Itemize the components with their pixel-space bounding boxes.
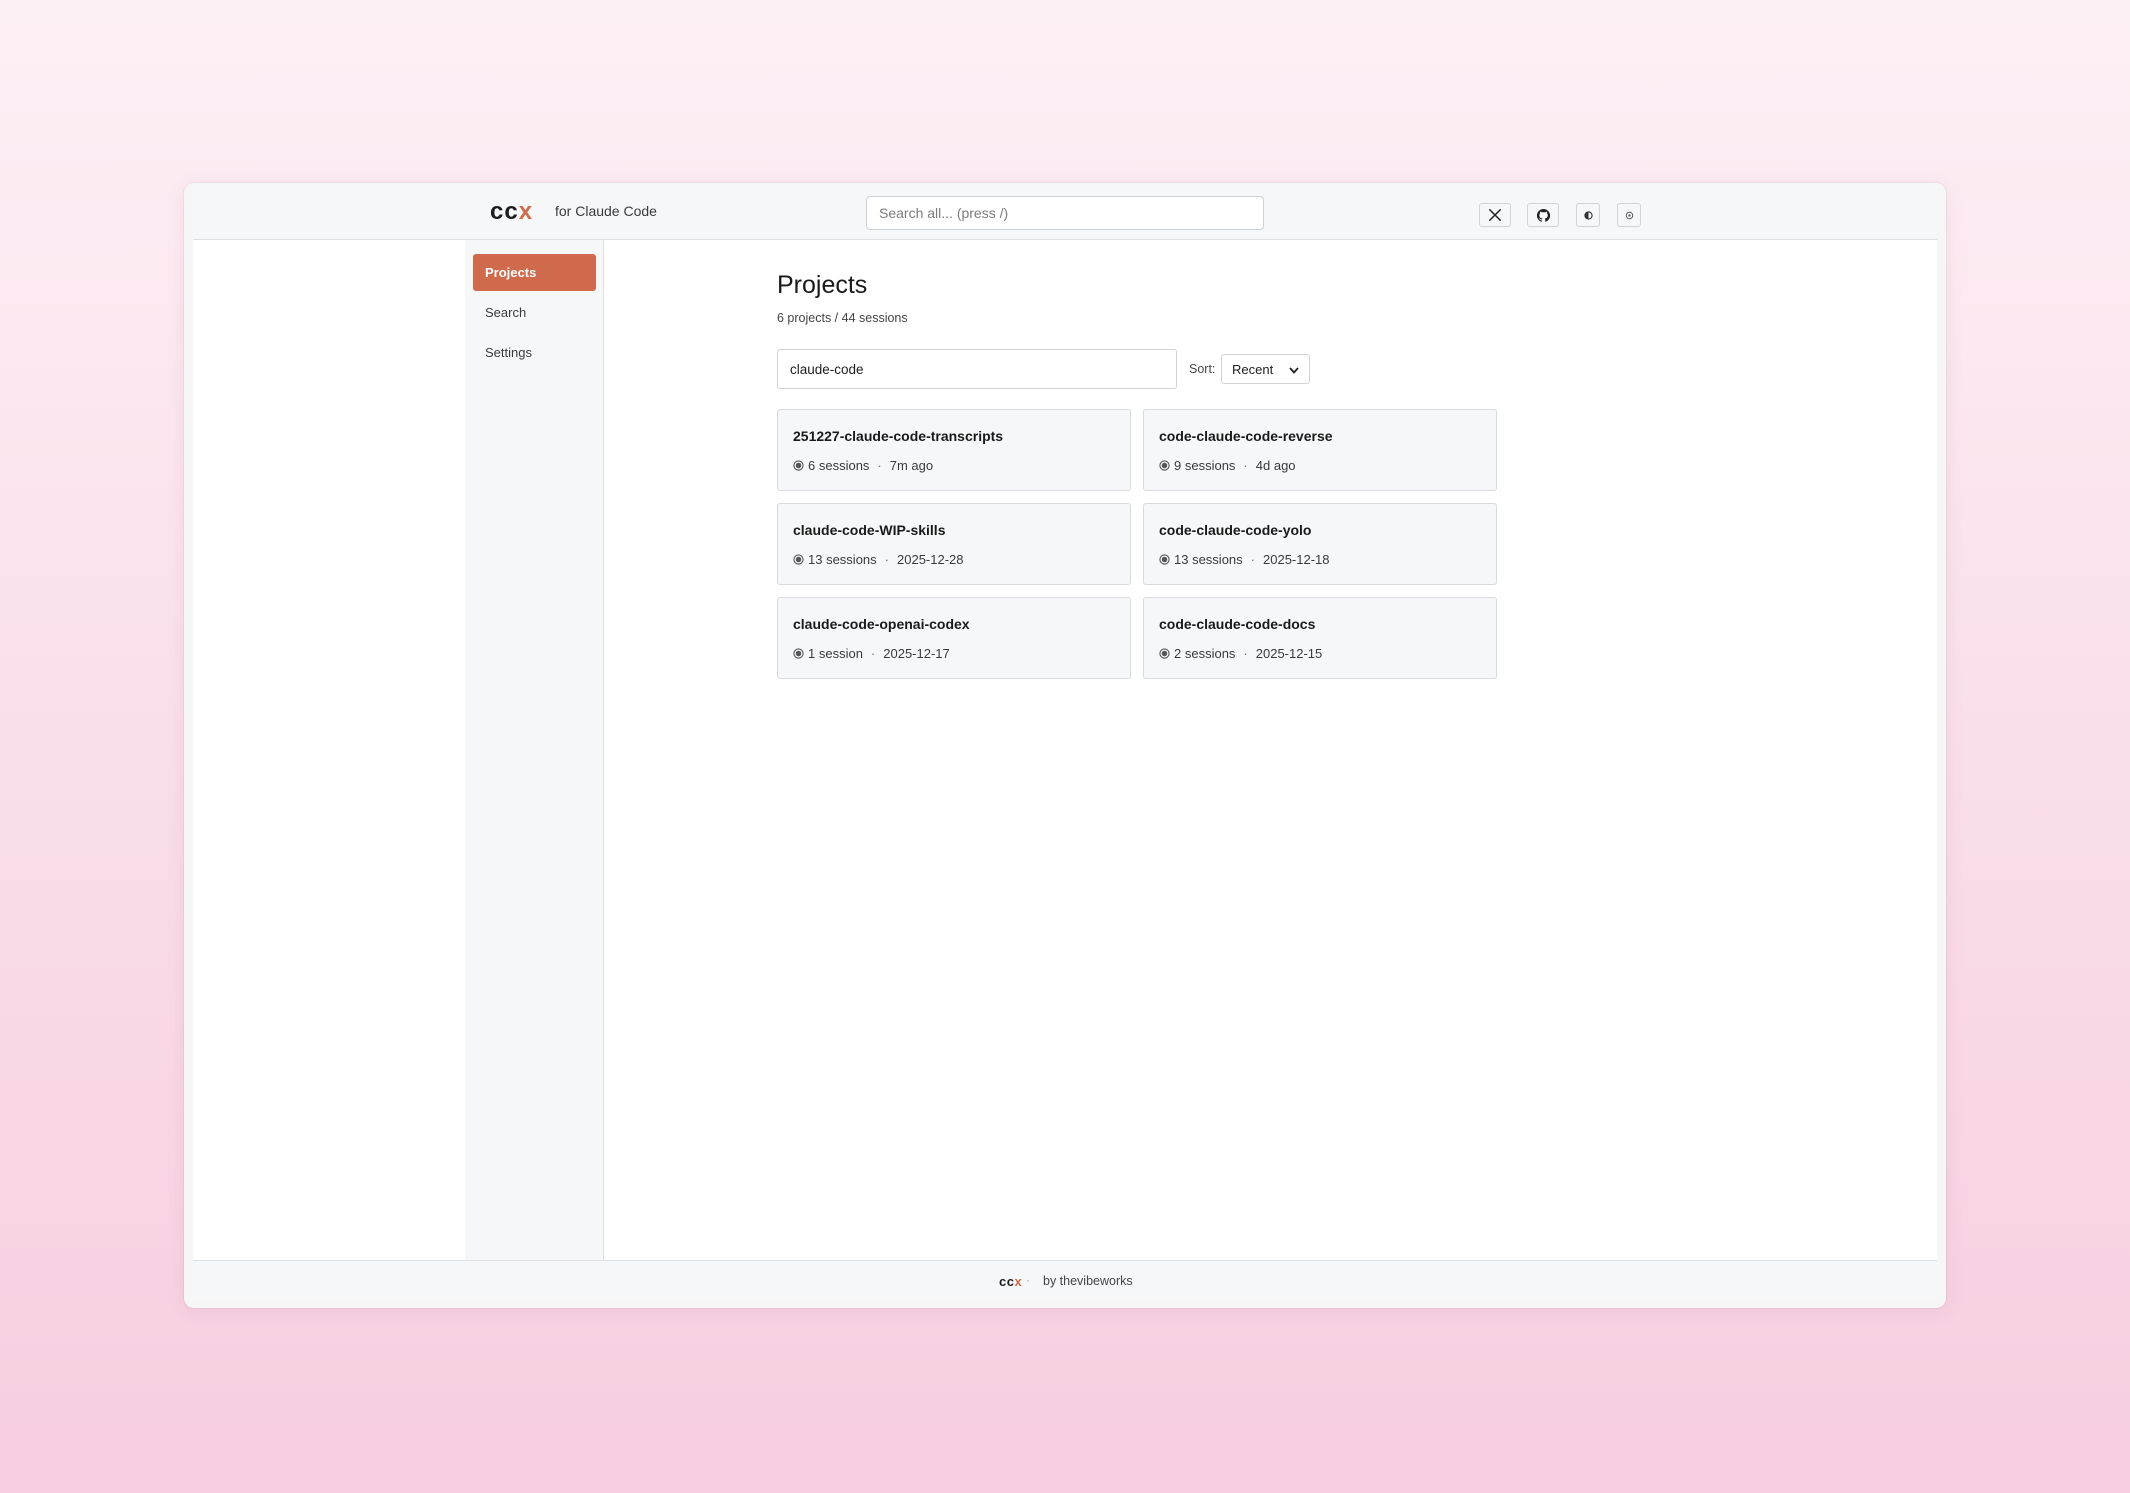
project-name: 251227-claude-code-transcripts [793,428,1004,444]
x-twitter-icon [1488,208,1502,222]
project-sessions: 13 sessions [1174,552,1243,567]
project-name: code-claude-code-reverse [1159,428,1333,444]
logo-cc: cc [490,198,519,225]
project-updated: 4d ago [1255,458,1296,473]
sidebar: Projects Search Settings [465,240,604,1260]
project-updated: 2025-12-18 [1263,552,1330,567]
session-dot-icon [793,648,804,659]
project-card[interactable]: code-claude-code-docs 2 sessions · 2025-… [1143,597,1497,679]
project-sessions: 1 session [808,646,863,661]
project-updated: 2025-12-17 [883,646,950,661]
sidebar-item-settings[interactable]: Settings [473,334,596,371]
project-card[interactable]: code-claude-code-yolo 13 sessions · 2025… [1143,503,1497,585]
project-sessions: 13 sessions [808,552,877,567]
project-meta: 6 sessions · 7m ago [793,458,933,473]
project-meta: 9 sessions · 4d ago [1159,458,1296,473]
footer: ccx · by thevibeworks [193,1260,1937,1299]
app-tagline: for Claude Code [555,203,657,219]
logo-x: x [518,198,534,225]
sort-select[interactable]: Recent [1221,354,1310,384]
sidebar-item-search[interactable]: Search [473,294,596,331]
meta-separator: · [1250,552,1255,567]
project-sessions: 9 sessions [1174,458,1236,473]
github-icon [1536,208,1551,223]
project-updated: 2025-12-28 [897,552,964,567]
theme-toggle-icon [1583,210,1593,220]
footer-separator: · [1026,1273,1030,1287]
top-header: ccx for Claude Code [193,183,1937,240]
project-card[interactable]: claude-code-openai-codex 1 session · 202… [777,597,1131,679]
project-filter-input[interactable] [777,349,1177,389]
meta-separator: · [877,458,882,473]
footer-logo[interactable]: ccx [999,1274,1022,1289]
project-updated: 2025-12-15 [1255,646,1323,661]
session-dot-icon [793,554,804,565]
session-dot-icon [1159,648,1170,659]
left-gutter [193,240,465,1260]
project-name: claude-code-WIP-skills [793,522,946,538]
global-search-input[interactable] [866,196,1264,230]
session-dot-icon [1159,554,1170,565]
project-meta: 2 sessions · 2025-12-15 [1159,646,1322,661]
project-name: code-claude-code-yolo [1159,522,1312,538]
chevron-down-icon [1289,362,1299,377]
project-name: code-claude-code-docs [1159,616,1316,632]
project-updated: 7m ago [889,458,934,473]
meta-separator: · [1243,458,1248,473]
sort-select-value: Recent [1232,361,1274,377]
project-card[interactable]: 251227-claude-code-transcripts 6 session… [777,409,1131,491]
x-twitter-button[interactable] [1479,203,1511,227]
project-sessions: 6 sessions [808,458,870,473]
project-meta: 13 sessions · 2025-12-28 [793,552,964,567]
app-logo[interactable]: ccx [490,200,533,224]
sidebar-item-projects[interactable]: Projects [473,254,596,291]
app-window: ccx for Claude Code Search all... (press… [184,183,1946,1308]
session-dot-icon [1159,460,1170,471]
sort-label: Sort: [1189,362,1216,376]
footer-logo-cc: cc [999,1274,1015,1289]
meta-separator: · [1243,646,1248,661]
project-card[interactable]: claude-code-WIP-skills 13 sessions · 202… [777,503,1131,585]
project-meta: 1 session · 2025-12-17 [793,646,950,661]
footer-byline[interactable]: by thevibeworks [1043,1274,1133,1288]
settings-gear-icon [1625,211,1634,220]
settings-button[interactable] [1617,203,1641,227]
meta-separator: · [884,552,889,567]
page-subtitle: 6 projects / 44 sessions [777,311,908,325]
theme-toggle-button[interactable] [1576,203,1600,227]
page-title: Projects [777,271,868,299]
app-frame: ccx for Claude Code Search all... (press… [193,183,1937,1299]
github-button[interactable] [1527,203,1559,227]
project-meta: 13 sessions · 2025-12-18 [1159,552,1330,567]
project-card[interactable]: code-claude-code-reverse 9 sessions · 4d… [1143,409,1497,491]
session-dot-icon [793,460,804,471]
project-name: claude-code-openai-codex [793,616,970,632]
footer-logo-x: x [1014,1274,1023,1289]
project-sessions: 2 sessions [1174,646,1236,661]
meta-separator: · [870,646,876,661]
